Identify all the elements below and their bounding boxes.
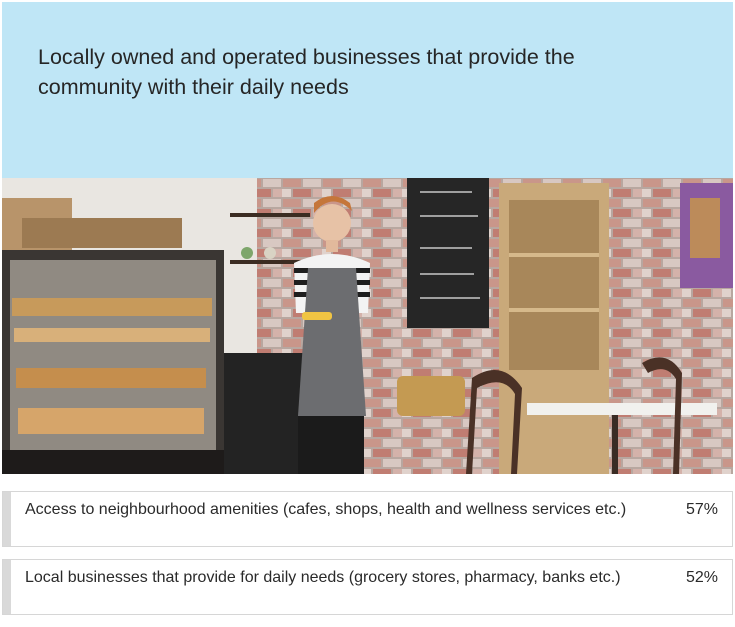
cafe-owner-photo <box>2 178 733 474</box>
header-banner: Locally owned and operated businesses th… <box>2 2 733 178</box>
stat-label: Access to neighbourhood amenities (cafes… <box>25 501 627 518</box>
stat-value: 52% <box>685 569 718 586</box>
photo-illustration <box>2 178 733 474</box>
stat-row-daily-needs: Local businesses that provide for daily … <box>2 559 733 615</box>
stat-row-amenities: Access to neighbourhood amenities (cafes… <box>2 491 733 547</box>
page-title: Locally owned and operated businesses th… <box>38 45 575 99</box>
stat-label: Local businesses that provide for daily … <box>25 569 621 586</box>
stat-value: 57% <box>685 501 718 518</box>
